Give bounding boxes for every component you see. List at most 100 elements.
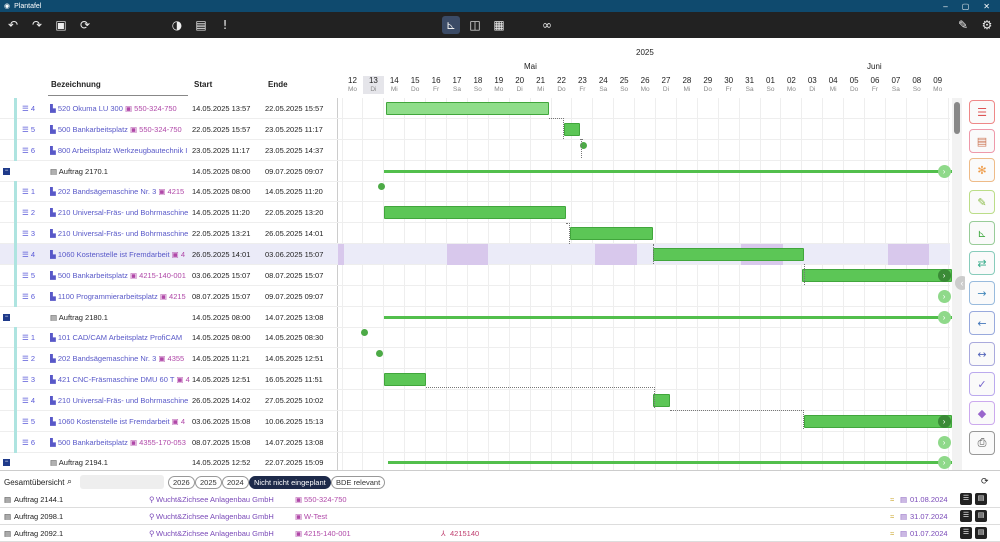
split-view-icon[interactable]: ◫	[466, 16, 484, 34]
edit-icon[interactable]: ✎	[969, 190, 995, 214]
grid-icon[interactable]: ▦	[490, 16, 508, 34]
filter-not-planned[interactable]: Nicht nicht eingeplant	[249, 476, 331, 489]
operation-row[interactable]: ☰ 6 ▙ 1100 Programmierarbeitsplatz ▣ 4215…	[0, 285, 950, 307]
filter-2024[interactable]: 2024	[222, 476, 249, 489]
list-icon[interactable]: ☰	[969, 100, 995, 124]
operation-label: 500 Bankarbeitsplatz	[57, 124, 128, 134]
milestone-check-icon[interactable]	[377, 183, 385, 191]
glasses-icon[interactable]: ∞	[538, 16, 556, 34]
minimize-button[interactable]: –	[943, 2, 947, 11]
overview-row[interactable]: ▤ Auftrag 2098.1 ⚲ Wucht&Zichsee Anlagenbau…	[0, 508, 1000, 525]
redo-icon[interactable]: ↷	[28, 16, 46, 34]
operation-name: ▙ 500 Bankarbeitsplatz ▣ 4355-170-053	[50, 432, 190, 453]
alert-icon[interactable]: !	[216, 16, 234, 34]
filter-2025[interactable]: 2025	[195, 476, 222, 489]
column-header-end[interactable]: Ende	[268, 80, 288, 89]
gantt-bar[interactable]	[803, 414, 953, 428]
list-icon[interactable]: ☰	[960, 527, 972, 539]
table-icon[interactable]: ▤	[975, 527, 987, 539]
gantt-bar[interactable]	[653, 393, 671, 407]
drop-icon[interactable]: ◆	[969, 401, 995, 425]
brain-icon[interactable]: ◑	[168, 16, 186, 34]
operation-row[interactable]: ☰ 1 ▙ 101 CAD/CAM Arbeitsplatz ProfiCAM 14…	[0, 327, 950, 349]
day-number: 01	[766, 76, 775, 85]
list-icon[interactable]: ☰	[960, 493, 972, 505]
day-weekday: Sa	[745, 86, 754, 93]
gantt-bar[interactable]	[383, 206, 566, 220]
filter-bde-relevant[interactable]: BDE relevant	[331, 476, 386, 489]
operation-row[interactable]: ☰ 6 ▙ 800 Arbeitsplatz Werkzeugbautechnik…	[0, 139, 950, 161]
order-span-bar[interactable]	[383, 315, 953, 319]
order-end-icon[interactable]: ›	[937, 310, 951, 324]
gantt-bar[interactable]	[385, 102, 549, 115]
settings-icon[interactable]: ⚙	[978, 16, 996, 34]
sequence-number: ☰ 5	[22, 119, 42, 140]
shuffle-icon[interactable]: ⇄	[969, 251, 995, 275]
overview-search-input[interactable]	[80, 475, 164, 489]
gantt-bar[interactable]	[569, 227, 654, 241]
gantt-bar[interactable]	[563, 122, 581, 136]
overview-row[interactable]: ▤ Auftrag 2144.1 ⚲ Wucht&Zichsee Anlagenbau…	[0, 491, 1000, 508]
arrow-right-icon[interactable]: →	[969, 281, 995, 305]
printer-icon[interactable]: ⎙	[969, 431, 995, 455]
end-date: 14.05.2025 08:30	[265, 333, 324, 343]
refresh-overview-icon[interactable]: ⟳	[981, 476, 989, 487]
order-span-bar[interactable]	[383, 169, 953, 173]
undo-icon[interactable]: ↶	[4, 16, 22, 34]
close-button[interactable]: ✕	[983, 2, 990, 11]
arrow-left-icon[interactable]: ←	[969, 311, 995, 335]
operation-row[interactable]: ☰ 2 ▙ 202 Bandsägemaschine Nr. 3 ▣ 4355 14…	[0, 348, 950, 370]
overview-row[interactable]: ▤ Auftrag 2092.1 ⚲ Wucht&Zichsee Anlagenbau…	[0, 525, 1000, 542]
list-icon[interactable]: ☰	[960, 510, 972, 522]
expand-toggle-icon[interactable]: −	[3, 167, 10, 175]
sequence-list-icon: ☰	[22, 229, 31, 239]
operation-name: ▙ 210 Universal-Fräs- und Bohrmaschine	[50, 202, 190, 223]
column-header-name[interactable]: Bezeichnung	[51, 80, 101, 89]
sequence-number: ☰ 2	[22, 348, 42, 369]
filter-2026[interactable]: 2026	[168, 476, 195, 489]
gantt-bar[interactable]	[383, 373, 426, 387]
snowflake-icon[interactable]: ✻	[969, 158, 995, 182]
operation-row[interactable]: ☰ 6 ▙ 500 Bankarbeitsplatz ▣ 4355-170-053…	[0, 431, 950, 453]
gantt-bar[interactable]	[801, 268, 953, 282]
day-weekday: Fr	[871, 86, 879, 93]
table-icon[interactable]: ▤	[975, 493, 987, 505]
table-icon[interactable]: ▤	[969, 129, 995, 153]
order-label: Auftrag 2170.1	[58, 166, 108, 176]
gantt-bar[interactable]	[653, 247, 804, 261]
month-label-juni: Juni	[867, 62, 882, 71]
expand-horizontal-icon[interactable]: ↔	[969, 342, 995, 366]
expand-toggle-icon[interactable]: −	[3, 459, 10, 467]
next-icon[interactable]: ›	[937, 435, 951, 449]
sequence-number: ☰ 1	[22, 327, 42, 348]
order-label: Auftrag 2180.1	[58, 312, 108, 322]
search-icon[interactable]: ⌕	[67, 476, 72, 487]
article-number: 4215	[169, 291, 186, 301]
order-span-bar[interactable]	[387, 461, 953, 465]
bar-overflow-icon[interactable]: ›	[937, 414, 951, 428]
scrollbar-thumb[interactable]	[954, 102, 960, 134]
refresh-icon[interactable]: ⟳	[76, 16, 94, 34]
operation-row[interactable]: ☰ 1 ▙ 202 Bandsägemaschine Nr. 3 ▣ 4215 14…	[0, 181, 950, 203]
check-icon[interactable]: ✓	[969, 372, 995, 396]
day-header-29: 29 Do	[697, 76, 718, 94]
order-end-icon[interactable]: ›	[937, 164, 951, 178]
operation-row[interactable]: ☰ 3 ▙ 210 Universal-Fräs- und Bohrmaschin…	[0, 223, 950, 245]
chart-icon-panel[interactable]: ⊾	[969, 221, 995, 245]
milestone-check-icon[interactable]	[375, 350, 383, 358]
article-icon: ▣	[122, 104, 135, 113]
save-icon[interactable]: ▣	[52, 16, 70, 34]
overview-title: Gesamtübersicht	[4, 478, 65, 487]
sequence-list-icon: ☰	[22, 395, 31, 405]
calendar-icon[interactable]: ▤	[192, 16, 210, 34]
expand-toggle-icon[interactable]: −	[3, 313, 10, 321]
column-header-start[interactable]: Start	[194, 80, 212, 89]
maximize-button[interactable]: ▢	[962, 2, 970, 11]
operation-row[interactable]: ☰ 5 ▙ 500 Bankarbeitsplatz ▣ 550-324-750 2…	[0, 118, 950, 140]
next-icon[interactable]: ›	[937, 289, 951, 303]
table-icon[interactable]: ▤	[975, 510, 987, 522]
day-header-20: 20 Di	[509, 76, 530, 94]
chart-icon[interactable]: ⊾	[442, 16, 460, 34]
brush-icon[interactable]: ✎	[954, 16, 972, 34]
bar-overflow-icon[interactable]: ›	[937, 268, 951, 282]
